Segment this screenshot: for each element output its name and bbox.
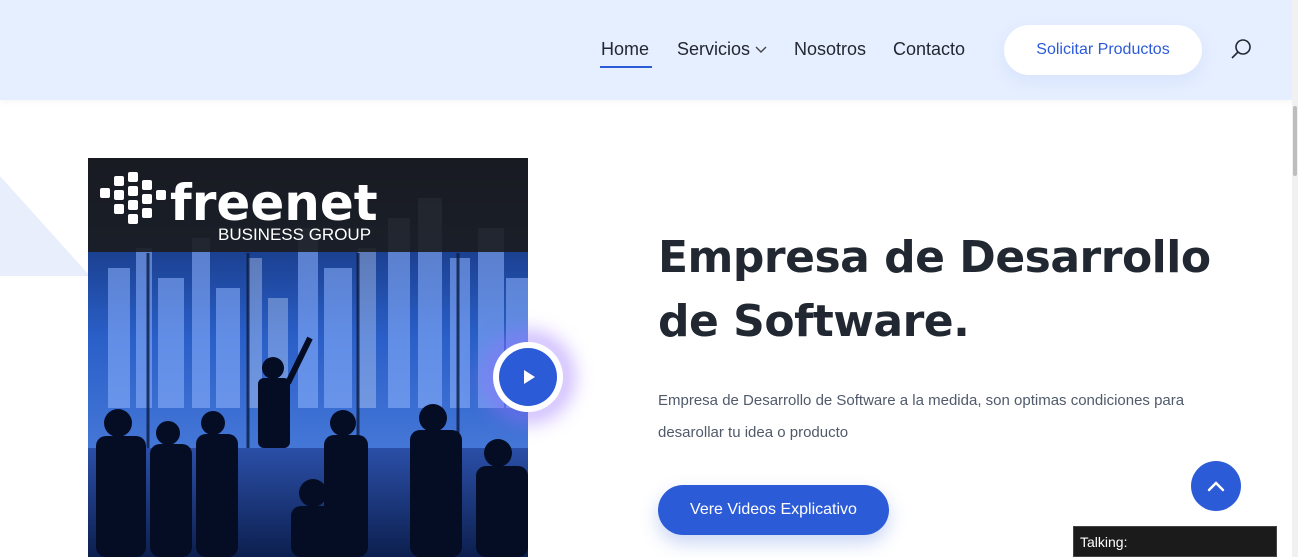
scrollbar-thumb[interactable] [1293, 106, 1297, 176]
decorative-shape [0, 176, 90, 276]
chevron-down-icon[interactable] [754, 44, 768, 54]
back-to-top-button[interactable] [1191, 461, 1241, 511]
play-video-button[interactable] [493, 342, 563, 412]
hero-title: Empresa de Desarrollo de Software. [658, 232, 1211, 347]
nav-contact[interactable]: Contacto [893, 39, 965, 60]
chevron-up-icon [1207, 481, 1225, 492]
page-scrollbar[interactable] [1292, 0, 1298, 557]
nav-home[interactable]: Home [601, 39, 649, 60]
talking-widget[interactable]: Talking: [1073, 526, 1277, 557]
nav-about[interactable]: Nosotros [794, 39, 866, 60]
request-products-button[interactable]: Solicitar Productos [1004, 25, 1202, 75]
play-icon [524, 370, 535, 384]
office-skyline-illustration: freenet BUSINESS GROUP [88, 158, 528, 557]
site-header: Home Servicios Nosotros Contacto Solicit… [0, 0, 1292, 100]
nav-services[interactable]: Servicios [677, 39, 750, 60]
nav-active-indicator [600, 66, 652, 68]
search-icon[interactable] [1230, 37, 1254, 61]
hero-description: Empresa de Desarrollo de Software a la m… [658, 392, 1185, 441]
hero-image: freenet BUSINESS GROUP [88, 158, 528, 557]
logo-tagline: BUSINESS GROUP [218, 225, 371, 244]
logo-brand-text: freenet [170, 174, 378, 232]
watch-videos-button[interactable]: Vere Videos Explicativo [658, 485, 889, 535]
